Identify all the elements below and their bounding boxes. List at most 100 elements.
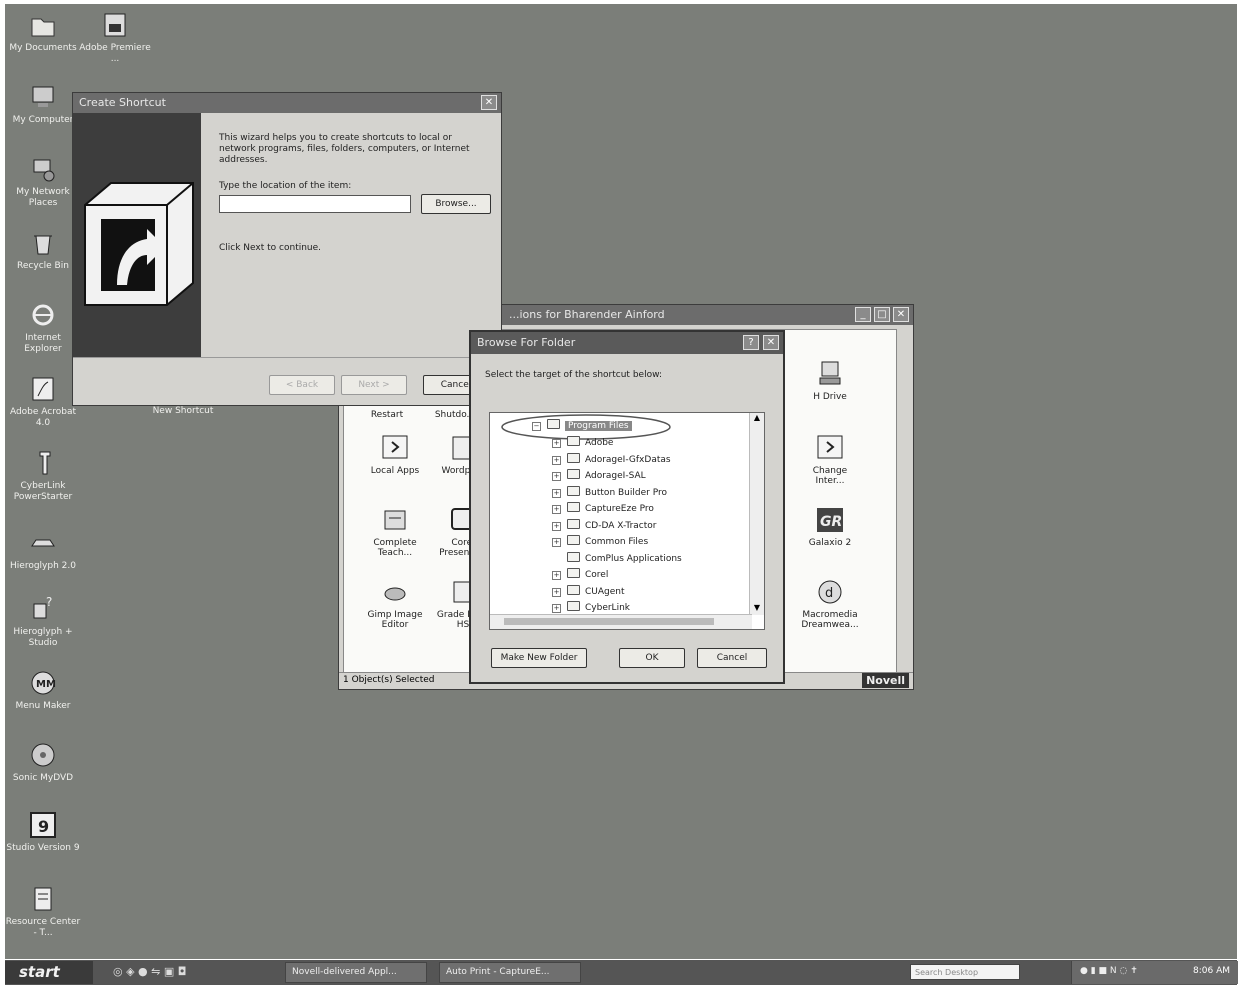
expand-icon[interactable]: + (552, 505, 561, 514)
expand-icon[interactable]: + (552, 604, 561, 613)
desktop-icon-internet-explorer[interactable]: Internet Explorer (5, 300, 81, 355)
desktop-icon-recycle-bin[interactable]: Recycle Bin (5, 228, 81, 272)
desktop-icon-hieroglyph[interactable]: Hieroglyph 2.0 (5, 528, 81, 572)
close-button[interactable]: ✕ (893, 307, 909, 322)
desktop-icon-my-computer[interactable]: My Computer (5, 82, 81, 126)
task-button-novell[interactable]: Novell-delivered Appl... (285, 962, 427, 983)
desktop-icon-sonic-mydvd[interactable]: Sonic MyDVD (5, 740, 81, 784)
svg-text:MM: MM (36, 679, 56, 690)
folder-icon (567, 568, 580, 578)
ok-button[interactable]: OK (619, 648, 685, 668)
explorer-item-galaxio[interactable]: GR Galaxio 2 (799, 506, 861, 548)
maximize-button[interactable]: □ (874, 307, 890, 322)
tree-item-label: Button Builder Pro (585, 487, 667, 498)
wizard-banner (73, 113, 201, 357)
expand-icon[interactable]: + (552, 521, 561, 531)
tree-item[interactable]: + Button Builder Pro (552, 485, 667, 500)
novell-logo: Novell (862, 673, 909, 688)
desktop-icon-label: CyberLink PowerStarter (13, 481, 73, 502)
expand-icon[interactable]: + (552, 538, 561, 547)
tree-item[interactable]: + CaptureEze Pro (552, 502, 654, 516)
dialog-title: Create Shortcut (79, 96, 166, 109)
folder-icon (567, 485, 580, 496)
browse-folder-titlebar: Browse For Folder (471, 332, 783, 354)
menu-maker-icon: MM (31, 671, 56, 695)
tree-item[interactable]: + Adobe (552, 436, 613, 450)
tree-item[interactable]: + Corel (552, 568, 608, 582)
explorer-item-restart[interactable]: Restart (356, 410, 418, 420)
explorer-item-dreamweaver[interactable]: d Macromedia Dreamwea... (799, 578, 861, 630)
desktop-icon-new-shortcut[interactable]: New Shortcut (145, 406, 221, 417)
desktop-icon-hieroglyph-studio[interactable]: ? Hieroglyph + Studio (5, 594, 81, 649)
folder-icon (567, 502, 580, 512)
desktop-search-input[interactable]: Search Desktop (910, 964, 1020, 980)
cancel-button[interactable]: Cancel (697, 648, 767, 668)
scroll-thumb[interactable] (504, 618, 714, 625)
horizontal-scrollbar[interactable] (490, 614, 752, 629)
start-button[interactable]: start (5, 961, 93, 984)
tree-item[interactable]: + Common Files (552, 535, 648, 549)
desktop-icon-cyberlink[interactable]: CyberLink PowerStarter (5, 448, 81, 503)
tree-item[interactable]: +ComPlus Applications (552, 551, 682, 566)
desktop-icon-label: New Shortcut (152, 406, 214, 416)
wizard-intro-text: This wizard helps you to create shortcut… (219, 133, 470, 165)
desktop-icon-label: Studio Version 9 (6, 843, 80, 853)
tree-item[interactable]: + CUAgent (552, 584, 625, 599)
teacher-icon (384, 510, 406, 530)
expand-icon[interactable]: + (552, 571, 561, 580)
expand-icon[interactable]: + (552, 439, 561, 448)
browse-prompt: Select the target of the shortcut below: (485, 370, 662, 380)
location-label: Type the location of the item: (219, 181, 352, 191)
explorer-item-local-apps[interactable]: Local Apps (364, 434, 426, 476)
explorer-title: ...ions for Bharender Ainford (509, 308, 665, 321)
desktop-icon-my-network-places[interactable]: My Network Places (5, 154, 81, 209)
tree-item[interactable]: + AdorageI-GfxDatas (552, 452, 671, 467)
location-input[interactable] (219, 195, 411, 213)
tree-item[interactable]: + CyberLink (552, 601, 630, 615)
desktop-icon-resource-center[interactable]: Resource Center - T... (5, 884, 81, 939)
desktop-icon-label: Adobe Acrobat 4.0 (9, 407, 77, 428)
desktop-icon-label: Recycle Bin (17, 261, 69, 271)
expand-icon[interactable]: + (552, 587, 561, 597)
expand-icon[interactable]: + (552, 455, 561, 465)
close-button[interactable]: ✕ (763, 335, 779, 350)
quick-launch[interactable]: ◎ ◈ ● ⇋ ▣ ◘ (113, 965, 186, 978)
desktop-icon-adobe-acrobat[interactable]: Adobe Acrobat 4.0 (5, 374, 81, 429)
tree-item[interactable]: + AdorageI-SAL (552, 469, 646, 483)
folder-icon (567, 518, 580, 529)
folder-tree[interactable]: − Program Files + Adobe + AdorageI-GfxDatas +… (489, 412, 765, 630)
task-button-autoprint[interactable]: Auto Print - CaptureE... (439, 962, 581, 983)
expand-icon[interactable]: + (552, 488, 561, 498)
close-button[interactable]: ✕ (481, 95, 497, 110)
desktop-icon-my-documents[interactable]: My Documents (5, 10, 81, 54)
scroll-down-icon[interactable]: ▼ (750, 603, 764, 615)
expand-icon[interactable]: + (552, 472, 561, 481)
tree-item-label: ComPlus Applications (585, 553, 682, 564)
explorer-item-complete-teacher[interactable]: Complete Teach... (364, 506, 426, 558)
explorer-item-change-internet[interactable]: Change Inter... (799, 434, 861, 486)
shortcut-app-icon (382, 435, 408, 459)
desktop-icon-label: Resource Center - T... (5, 917, 81, 938)
taskbar: start ◎ ◈ ● ⇋ ▣ ◘ Novell-delivered Appl.… (5, 960, 1238, 985)
minimize-button[interactable]: _ (855, 307, 871, 322)
back-button[interactable]: < Back (269, 375, 335, 395)
shortcut-icon (84, 182, 194, 306)
next-button[interactable]: Next > (341, 375, 407, 395)
help-button[interactable]: ? (743, 335, 759, 350)
vertical-scrollbar[interactable]: ▲ ▼ (749, 413, 764, 615)
desktop-icon-label: My Documents (9, 43, 77, 53)
tree-item[interactable]: + CD-DA X-Tractor (552, 518, 656, 533)
make-new-folder-button[interactable]: Make New Folder (491, 648, 587, 668)
dialog-separator (73, 357, 501, 358)
explorer-item-gimp[interactable]: Gimp Image Editor (364, 578, 426, 630)
dreamweaver-icon: d (818, 580, 842, 604)
browse-button[interactable]: Browse... (421, 194, 491, 214)
desktop-icon-adobe-premiere[interactable]: Adobe Premiere ... (77, 10, 153, 65)
desktop-icon-label: Hieroglyph 2.0 (10, 561, 76, 571)
desktop-icon-label: Adobe Premiere ... (79, 43, 151, 64)
desktop-icon-studio[interactable]: 9 Studio Version 9 (5, 810, 81, 854)
explorer-item-h-drive[interactable]: H Drive (799, 360, 861, 402)
desktop-icon-menu-maker[interactable]: MM Menu Maker (5, 668, 81, 712)
tray-icons[interactable]: ● ▮ ■ N ◌ ✝ (1080, 966, 1138, 976)
scroll-up-icon[interactable]: ▲ (750, 413, 764, 425)
